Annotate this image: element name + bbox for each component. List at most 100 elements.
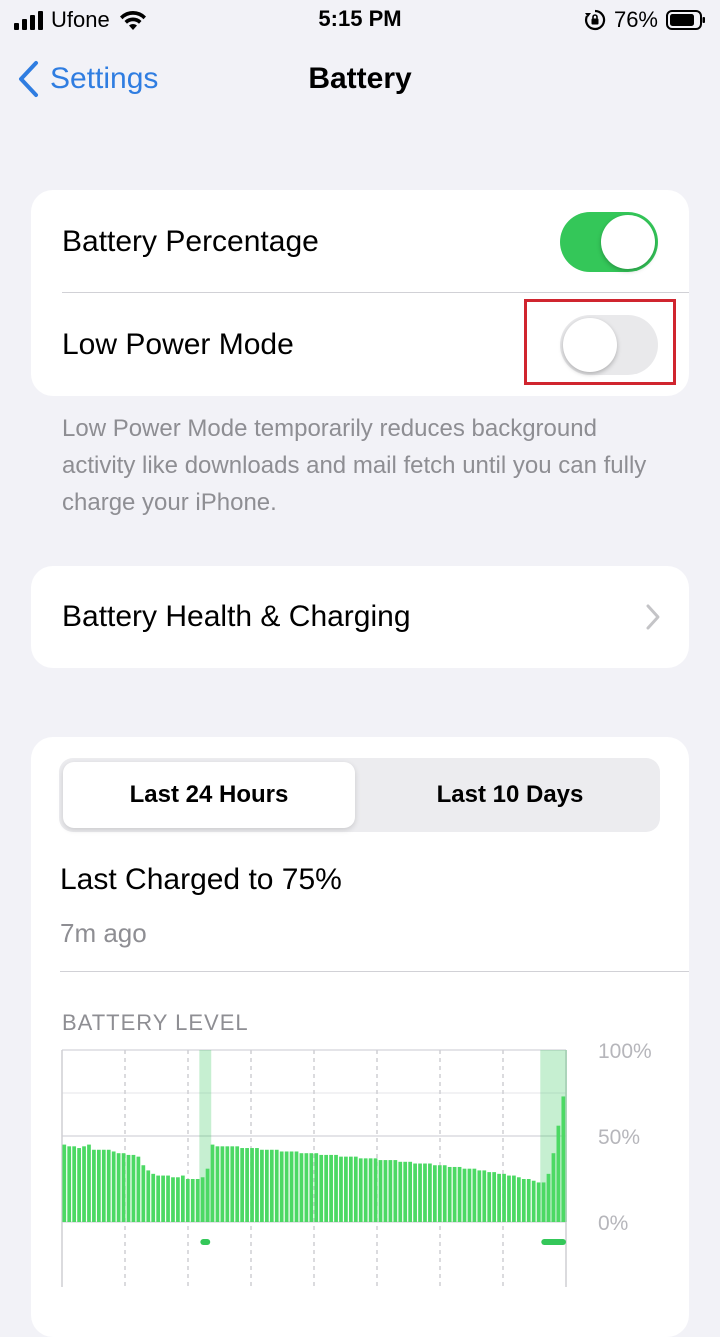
battery-level-bar: [304, 1153, 309, 1222]
battery-level-bar: [388, 1160, 393, 1222]
battery-level-bar: [195, 1179, 200, 1222]
battery-percentage-label: Battery Percentage: [62, 224, 319, 258]
battery-level-bar: [176, 1177, 180, 1222]
battery-level-bar: [516, 1177, 521, 1222]
battery-level-bar: [403, 1161, 408, 1222]
battery-level-bar: [166, 1175, 170, 1222]
battery-level-bar: [334, 1154, 338, 1222]
battery-level-bar: [467, 1168, 472, 1222]
chart-y-tick-label: 50%: [598, 1126, 640, 1149]
battery-level-bar: [423, 1163, 427, 1222]
battery-level-bar: [215, 1146, 220, 1222]
battery-level-bar: [126, 1154, 131, 1222]
section-separator: [60, 971, 689, 972]
battery-level-bar: [294, 1151, 299, 1222]
status-bar: Ufone 5:15 PM 76%: [0, 0, 720, 40]
battery-level-bar: [230, 1146, 235, 1222]
battery-level-bar: [452, 1166, 457, 1222]
battery-percentage-toggle[interactable]: [560, 211, 658, 272]
battery-level-bar: [200, 1177, 205, 1222]
battery-level-bar: [245, 1148, 249, 1222]
battery-level-bar: [205, 1168, 210, 1222]
battery-level-bar: [146, 1170, 151, 1222]
battery-level-bar: [418, 1163, 422, 1222]
battery-level-bar: [274, 1149, 279, 1222]
battery-percent-text: 76%: [613, 7, 658, 32]
battery-level-bar: [62, 1144, 67, 1222]
tab-last-24-hours[interactable]: Last 24 Hours: [63, 762, 355, 828]
chart-y-tick-label: 0%: [598, 1212, 628, 1235]
battery-level-bar: [309, 1153, 314, 1222]
battery-level-bar: [432, 1165, 437, 1222]
battery-level-bar: [507, 1175, 511, 1222]
tab-last-10-days[interactable]: Last 10 Days: [364, 762, 656, 828]
battery-health-row[interactable]: Battery Health & Charging: [31, 566, 689, 668]
battery-level-bar: [546, 1173, 551, 1222]
battery-health-label: Battery Health & Charging: [62, 600, 411, 633]
battery-level-bar: [131, 1154, 136, 1222]
battery-level-bar: [250, 1148, 254, 1222]
battery-level-bar: [82, 1146, 86, 1222]
time-range-segmented-control: Last 24 Hours Last 10 Days: [59, 758, 660, 832]
battery-level-bar: [111, 1151, 116, 1222]
chevron-right-icon: [646, 604, 660, 630]
battery-level-heading: BATTERY LEVEL: [62, 1010, 249, 1035]
charging-indicator: [200, 1239, 211, 1245]
battery-level-bar: [255, 1148, 259, 1222]
battery-level-bar: [260, 1149, 264, 1222]
page-title: Battery: [308, 62, 412, 95]
battery-level-bar: [116, 1153, 121, 1222]
battery-level-bar: [279, 1151, 284, 1222]
battery-level-bar: [472, 1168, 477, 1222]
battery-level-bar: [477, 1170, 482, 1222]
battery-level-bar: [408, 1161, 413, 1222]
battery-level-bar: [101, 1149, 106, 1222]
battery-level-bar: [324, 1154, 329, 1222]
battery-level-bar: [521, 1179, 526, 1222]
last-charged-time: 7m ago: [60, 918, 147, 948]
battery-level-bar: [72, 1146, 77, 1222]
battery-level-bar: [358, 1158, 363, 1222]
battery-level-chart: 100% 50% 0%: [61, 1040, 652, 1287]
status-right: 76%: [584, 6, 706, 34]
battery-level-bar: [487, 1172, 492, 1222]
battery-level-bar: [92, 1149, 96, 1222]
battery-level-bar: [492, 1172, 497, 1222]
battery-level-bar: [121, 1153, 126, 1222]
battery-level-bar: [339, 1156, 343, 1222]
battery-level-bar: [502, 1173, 506, 1222]
battery-level-bar: [497, 1173, 501, 1222]
battery-level-bar: [551, 1153, 556, 1222]
battery-level-bar: [67, 1146, 72, 1222]
battery-health-group: Battery Health & Charging: [31, 566, 689, 668]
orientation-lock-icon: [584, 9, 606, 31]
battery-level-bar: [225, 1146, 230, 1222]
battery-usage-group: Last 24 Hours Last 10 Days Last Charged …: [31, 737, 689, 1337]
last-charged-title: Last Charged to 75%: [60, 863, 342, 896]
battery-level-bar: [398, 1161, 403, 1222]
battery-level-bar: [77, 1148, 81, 1222]
battery-level-bar: [87, 1144, 91, 1222]
battery-level-bar: [447, 1166, 452, 1222]
chart-y-tick-label: 100%: [598, 1040, 652, 1063]
battery-level-bar: [363, 1158, 368, 1222]
battery-level-bar: [526, 1179, 531, 1222]
battery-level-bar: [329, 1154, 333, 1222]
battery-level-bar: [437, 1165, 442, 1222]
battery-level-bar: [210, 1144, 215, 1222]
battery-level-bar: [512, 1175, 516, 1222]
navigation-bar: Settings Battery: [0, 48, 720, 114]
battery-level-bar: [185, 1179, 190, 1222]
battery-level-bar: [413, 1163, 417, 1222]
battery-level-bar: [462, 1168, 467, 1222]
low-power-mode-label: Low Power Mode: [62, 327, 294, 361]
battery-icon: [666, 10, 705, 30]
battery-level-bar: [161, 1175, 165, 1222]
battery-level-bar: [264, 1149, 269, 1222]
battery-level-bar: [531, 1180, 536, 1222]
low-power-mode-toggle[interactable]: [560, 314, 658, 375]
battery-level-bar: [482, 1170, 487, 1222]
battery-level-bar: [541, 1182, 546, 1222]
battery-level-bar: [393, 1160, 398, 1222]
battery-level-bar: [240, 1148, 245, 1222]
